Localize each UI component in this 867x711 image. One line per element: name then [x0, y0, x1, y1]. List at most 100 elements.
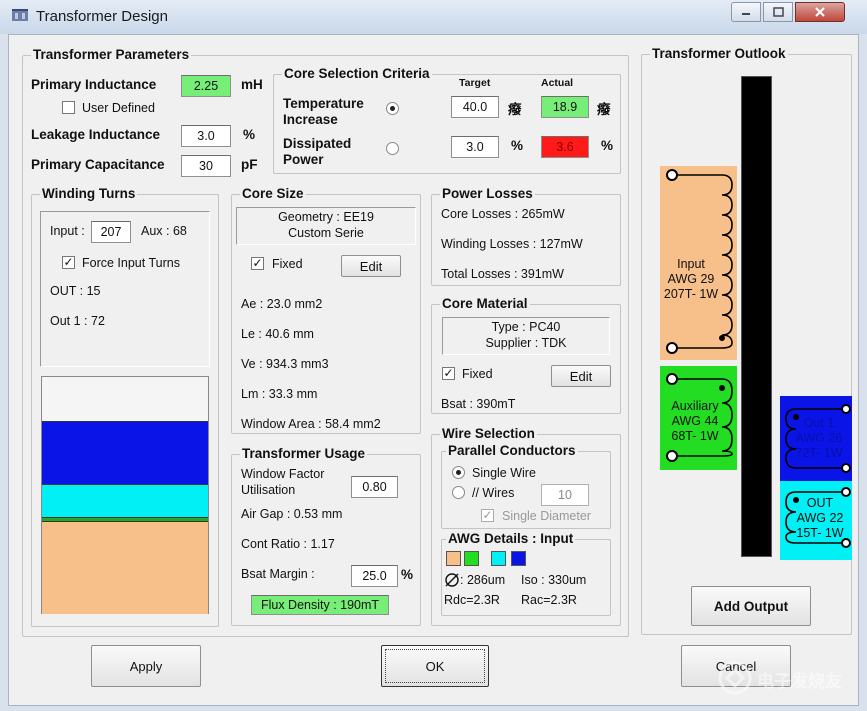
primary-capacitance-field[interactable]: 30	[181, 155, 231, 177]
primary-capacitance-label: Primary Capacitance	[31, 157, 165, 172]
out1-winding[interactable]: Out 1 AWG 26 72T- 1W	[780, 396, 852, 481]
user-defined-label: User Defined	[82, 101, 155, 115]
temperature-target-unit: 癈	[508, 102, 522, 117]
core-material-edit-button[interactable]: Edit	[551, 365, 611, 387]
power-target-field[interactable]: 3.0	[451, 136, 499, 158]
awg-rdc-text: Rdc=2.3R	[444, 593, 500, 607]
auxiliary-winding-name: Auxiliary	[671, 399, 719, 413]
leakage-inductance-label: Leakage Inductance	[31, 127, 161, 142]
out1-winding-name: Out 1	[803, 416, 835, 430]
dissipated-power-radio[interactable]	[386, 142, 399, 155]
window-factor-field[interactable]: 0.80	[351, 476, 398, 498]
primary-inductance-field[interactable]: 2.25	[181, 75, 231, 97]
out1-winding-awg: AWG 26	[795, 431, 843, 445]
bobbin-layer-out1	[42, 421, 208, 484]
core-geometry-text: Geometry : EE19	[278, 210, 374, 224]
primary-inductance-unit: mH	[241, 77, 263, 92]
leakage-inductance-field[interactable]: 3.0	[181, 125, 231, 147]
input-winding[interactable]: Input AWG 29 207T- 1W	[660, 166, 737, 360]
watermark-logo-icon	[718, 661, 752, 695]
core-material-type: Type : PC40	[491, 320, 561, 334]
out1-winding-turns: 72T- 1W	[795, 446, 843, 460]
minimize-button[interactable]	[731, 2, 761, 22]
dissipated-power-label-1: Dissipated	[283, 136, 352, 151]
auxiliary-winding-turns: 68T- 1W	[671, 429, 719, 443]
le-text: Le : 40.6 mm	[241, 327, 314, 341]
core-material-box: Type : PC40 Supplier : TDK	[442, 317, 610, 355]
awg-diameter-text: : 286um	[460, 573, 506, 587]
flux-density-field: Flux Density : 190mT	[251, 595, 389, 615]
out-winding-turns: 15T- 1W	[796, 526, 844, 540]
input-turns-label: Input :	[50, 224, 85, 238]
input-winding-turns: 207T- 1W	[663, 287, 719, 301]
winding-turns-title: Winding Turns	[40, 186, 138, 201]
add-output-button[interactable]: Add Output	[691, 586, 811, 626]
transformer-app-icon	[12, 9, 28, 21]
transformer-parameters-title: Transformer Parameters	[31, 47, 192, 62]
awg-swatch-input[interactable]	[446, 551, 461, 566]
single-wire-radio[interactable]	[452, 466, 465, 479]
close-button[interactable]	[795, 2, 845, 22]
transformer-outlook-title: Transformer Outlook	[650, 46, 788, 61]
bsat-margin-label: Bsat Margin :	[241, 567, 315, 581]
close-icon	[815, 7, 825, 17]
awg-iso-text: Iso : 330um	[521, 573, 587, 587]
core-geometry-box: Geometry : EE19 Custom Serie	[236, 207, 416, 245]
core-selection-criteria-title: Core Selection Criteria	[282, 66, 432, 81]
awg-swatch-out1[interactable]	[511, 551, 526, 566]
bobbin-layer-out	[42, 484, 208, 517]
window-area-text: Window Area : 58.4 mm2	[241, 417, 381, 431]
temperature-target-field[interactable]: 40.0	[451, 96, 499, 118]
temperature-increase-label-1: Temperature	[283, 96, 364, 111]
input-winding-name: Input	[677, 257, 705, 271]
input-winding-awg: AWG 29	[667, 272, 715, 286]
aux-turns-text: Aux : 68	[141, 224, 187, 238]
force-input-turns-checkbox[interactable]: ✓	[62, 256, 75, 269]
bsat-margin-field[interactable]: 25.0	[351, 565, 398, 587]
bsat-margin-unit: %	[401, 567, 414, 582]
core-serie-text: Custom Serie	[288, 226, 364, 240]
power-target-unit: %	[511, 138, 524, 153]
winding-losses-text: Winding Losses : 127mW	[441, 237, 583, 251]
power-losses-title: Power Losses	[440, 186, 535, 201]
core-material-fixed-checkbox[interactable]: ✓	[442, 367, 455, 380]
single-wire-label: Single Wire	[472, 466, 536, 480]
core-size-edit-button[interactable]: Edit	[341, 255, 401, 277]
maximize-button[interactable]	[763, 2, 793, 22]
target-header: Target	[459, 77, 491, 89]
primary-inductance-label: Primary Inductance	[31, 77, 157, 92]
multi-wires-radio[interactable]	[452, 486, 465, 499]
out-winding-awg: AWG 22	[796, 511, 844, 525]
total-losses-text: Total Losses : 391mW	[441, 267, 564, 281]
primary-capacitance-unit: pF	[241, 157, 258, 172]
out-winding[interactable]: OUT AWG 22 15T- 1W	[780, 481, 852, 560]
force-input-turns-label: Force Input Turns	[82, 256, 180, 270]
dissipated-power-label-2: Power	[283, 152, 324, 167]
awg-swatch-out[interactable]	[491, 551, 506, 566]
core-size-fixed-label: Fixed	[272, 257, 303, 271]
title-bar: Transformer Design	[0, 0, 867, 34]
window-title: Transformer Design	[36, 8, 168, 25]
core-material-supplier: Supplier : TDK	[485, 336, 567, 350]
auxiliary-winding-awg: AWG 44	[671, 414, 719, 428]
leakage-inductance-unit: %	[243, 127, 256, 142]
maximize-icon	[772, 7, 784, 17]
input-turns-field[interactable]: 207	[91, 221, 131, 243]
temperature-actual-field: 18.9	[541, 96, 589, 118]
wires-count-field[interactable]: 10	[541, 484, 589, 506]
window-factor-label-2: Utilisation	[241, 483, 296, 497]
apply-button[interactable]: Apply	[91, 645, 201, 687]
watermark-text: 电子发烧友	[757, 672, 842, 692]
ok-button[interactable]: OK	[381, 645, 489, 687]
bobbin-cross-section	[41, 376, 209, 614]
core-size-fixed-checkbox[interactable]: ✓	[251, 257, 264, 270]
parallel-conductors-title: Parallel Conductors	[446, 443, 578, 458]
out-turns-text: OUT : 15	[50, 284, 101, 298]
temperature-radio[interactable]	[386, 102, 399, 115]
awg-swatch-aux[interactable]	[464, 551, 479, 566]
diameter-icon	[445, 573, 459, 587]
cont-ratio-text: Cont Ratio : 1.17	[241, 537, 335, 551]
single-diameter-checkbox[interactable]: ✓	[481, 509, 494, 522]
auxiliary-winding[interactable]: Auxiliary AWG 44 68T- 1W	[660, 366, 737, 470]
user-defined-checkbox[interactable]	[62, 101, 75, 114]
